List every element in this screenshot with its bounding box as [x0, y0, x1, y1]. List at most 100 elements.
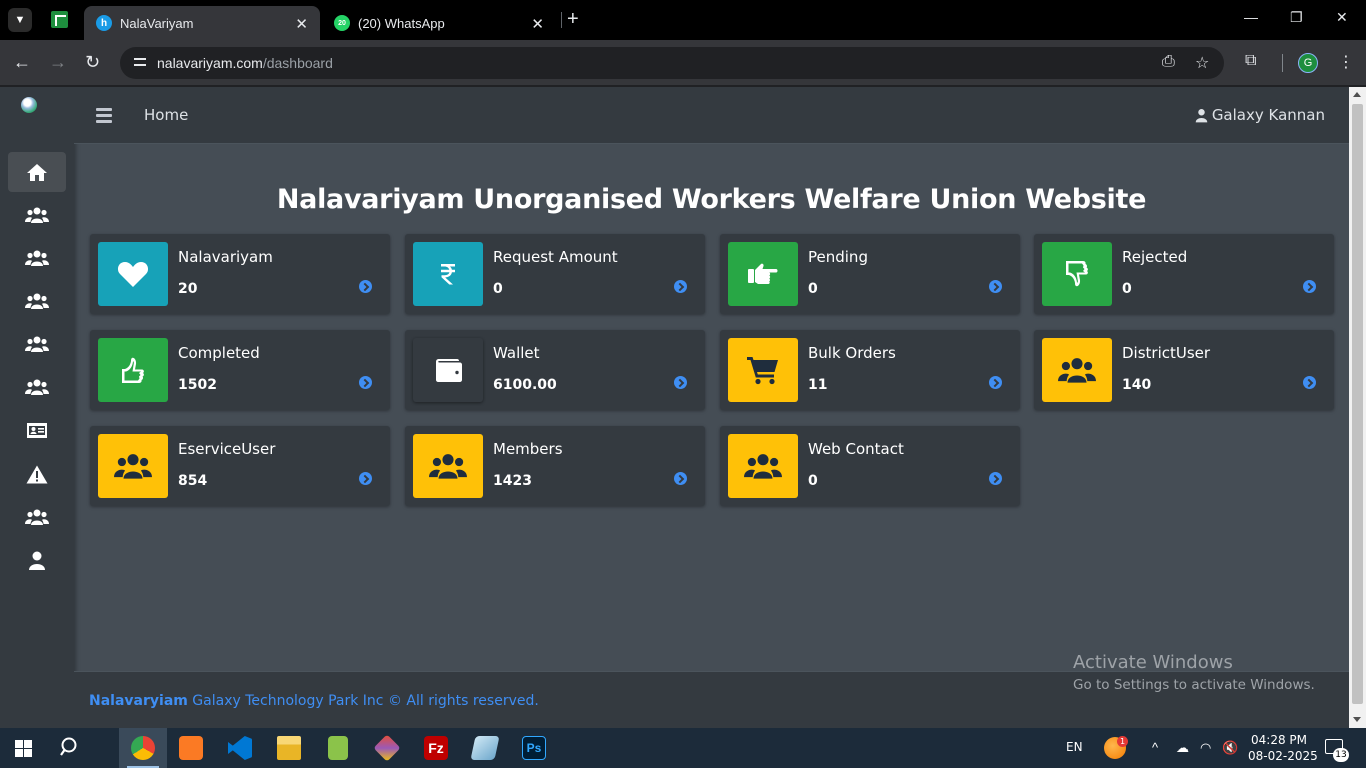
weather-badge: 1 [1117, 736, 1128, 747]
card-pending[interactable]: Pending 0 [720, 234, 1020, 314]
tab-title: NalaVariyam [120, 15, 194, 31]
user-icon [29, 551, 45, 570]
whatsapp-favicon-icon: 20 [334, 15, 350, 31]
forward-arrow-icon[interactable]: → [49, 52, 67, 73]
speaker-muted-icon[interactable]: 🔇 [1222, 740, 1238, 756]
new-tab-icon[interactable]: + [567, 8, 579, 31]
install-app-icon[interactable]: ⎙ [1162, 53, 1175, 71]
url-text: nalavariyam.com/dashboard [157, 55, 333, 71]
profile-avatar[interactable]: G [1298, 53, 1318, 73]
taskbar-photoshop[interactable]: Ps [510, 728, 558, 768]
users-icon [25, 293, 49, 309]
address-bar[interactable]: nalavariyam.com/dashboard ⎙ ☆ [120, 47, 1224, 79]
arrow-circle-right-icon[interactable] [359, 472, 372, 485]
clock-time[interactable]: 04:28 PM [1251, 733, 1307, 747]
arrow-circle-right-icon[interactable] [359, 376, 372, 389]
page-scrollbar[interactable] [1349, 87, 1366, 728]
user-icon [1195, 108, 1208, 122]
card-completed[interactable]: Completed 1502 [90, 330, 390, 410]
card-rejected[interactable]: Rejected 0 [1034, 234, 1334, 314]
card-web-contact[interactable]: Web Contact 0 [720, 426, 1020, 506]
card-wallet[interactable]: Wallet 6100.00 [405, 330, 705, 410]
taskbar-vscode[interactable] [216, 728, 264, 768]
clock-date[interactable]: 08-02-2025 [1248, 749, 1318, 763]
app-icon [470, 736, 500, 760]
cart-icon [747, 357, 778, 385]
card-nalavariyam[interactable]: Nalavariyam 20 [90, 234, 390, 314]
close-tab-icon[interactable]: ✕ [295, 15, 308, 33]
sidebar-item-profile[interactable] [8, 540, 66, 580]
sidebar-item-users-3[interactable] [8, 281, 66, 321]
arrow-circle-right-icon[interactable] [989, 472, 1002, 485]
taskbar-git[interactable] [363, 728, 411, 768]
card-eservice-user[interactable]: EserviceUser 854 [90, 426, 390, 506]
user-menu[interactable]: Galaxy Kannan [1195, 106, 1325, 124]
taskbar-file-explorer[interactable] [265, 728, 313, 768]
sidebar-item-warning[interactable] [8, 454, 66, 494]
sidebar-item-users-4[interactable] [8, 324, 66, 364]
arrow-circle-right-icon[interactable] [989, 376, 1002, 389]
card-icon-box [98, 242, 168, 306]
language-indicator[interactable]: EN [1066, 740, 1083, 754]
bookmark-star-icon[interactable]: ☆ [1195, 53, 1209, 73]
home-nav-link[interactable]: Home [144, 106, 188, 124]
user-name: Galaxy Kannan [1211, 106, 1325, 124]
card-icon-box [1042, 242, 1112, 306]
tab-nalavariyam[interactable]: h NalaVariyam ✕ [84, 6, 320, 40]
taskbar-notepad[interactable] [314, 728, 362, 768]
sidebar-item-users-6[interactable] [8, 497, 66, 537]
arrow-circle-right-icon[interactable] [674, 472, 687, 485]
hamburger-menu-icon[interactable] [96, 108, 112, 123]
close-tab-icon[interactable]: ✕ [531, 15, 544, 33]
back-arrow-icon[interactable]: ← [13, 52, 31, 73]
scroll-down-arrow-icon[interactable] [1353, 717, 1361, 722]
wallet-icon [436, 359, 462, 382]
chevron-up-icon[interactable]: ^ [1152, 740, 1158, 755]
sidebar-item-id-card[interactable] [8, 410, 66, 450]
taskbar-chrome[interactable] [119, 728, 167, 768]
tab-whatsapp[interactable]: 20 (20) WhatsApp ✕ [322, 6, 556, 40]
network-status-icon[interactable]: ☁ [1176, 740, 1189, 756]
footer-brand-link[interactable]: Nalavaryiam [89, 693, 188, 709]
rupee-icon [441, 264, 455, 285]
card-district-user[interactable]: DistrictUser 140 [1034, 330, 1334, 410]
pinned-sheets-tab-icon[interactable] [51, 11, 68, 28]
arrow-circle-right-icon[interactable] [1303, 376, 1316, 389]
search-icon[interactable] [60, 736, 82, 758]
chrome-icon [131, 736, 155, 760]
scroll-thumb[interactable] [1352, 104, 1363, 704]
wifi-icon[interactable]: ◠ [1200, 740, 1211, 756]
arrow-circle-right-icon[interactable] [989, 280, 1002, 293]
reload-icon[interactable]: ↻ [85, 52, 100, 73]
sidebar-item-users-1[interactable] [8, 195, 66, 235]
card-value: 11 [808, 377, 828, 393]
taskbar-filezilla[interactable]: Fz [412, 728, 460, 768]
arrow-circle-right-icon[interactable] [674, 280, 687, 293]
card-request-amount[interactable]: Request Amount 0 [405, 234, 705, 314]
card-bulk-orders[interactable]: Bulk Orders 11 [720, 330, 1020, 410]
arrow-circle-right-icon[interactable] [674, 376, 687, 389]
users-icon [25, 250, 49, 266]
windows-start-icon[interactable] [15, 740, 32, 757]
minimize-icon[interactable]: — [1244, 9, 1258, 25]
restore-icon[interactable]: ❐ [1290, 9, 1303, 26]
extensions-puzzle-icon[interactable]: ⧉ [1245, 52, 1256, 70]
sidebar-item-home[interactable] [8, 152, 66, 192]
taskbar-app[interactable] [461, 728, 509, 768]
sidebar-item-users-5[interactable] [8, 367, 66, 407]
taskbar-xampp[interactable] [167, 728, 215, 768]
users-icon [25, 379, 49, 395]
sidebar-item-users-2[interactable] [8, 238, 66, 278]
scroll-up-arrow-icon[interactable] [1353, 92, 1361, 97]
more-menu-icon[interactable]: ⋮ [1338, 52, 1354, 72]
notepad-icon [328, 736, 348, 760]
close-window-icon[interactable]: ✕ [1336, 9, 1348, 26]
site-settings-icon[interactable] [132, 55, 148, 71]
arrow-circle-right-icon[interactable] [359, 280, 372, 293]
tab-search-chevron-icon[interactable]: ▼ [8, 8, 32, 32]
toolbar-separator [1282, 54, 1283, 72]
card-members[interactable]: Members 1423 [405, 426, 705, 506]
brand-logo[interactable] [21, 97, 37, 113]
arrow-circle-right-icon[interactable] [1303, 280, 1316, 293]
page-title: Nalavariyam Unorganised Workers Welfare … [276, 184, 1147, 215]
